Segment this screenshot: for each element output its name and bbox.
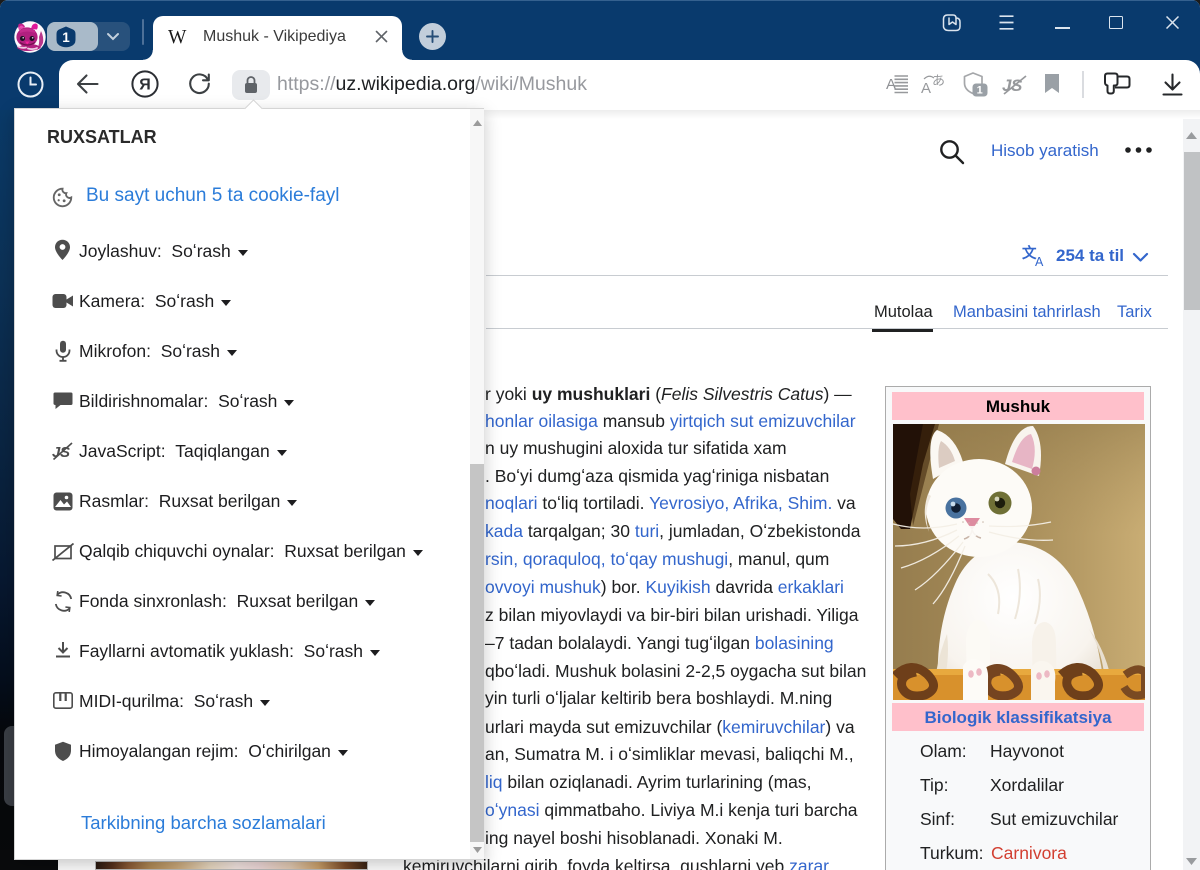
svg-text:A: A — [1035, 255, 1044, 268]
svg-text:A: A — [921, 80, 931, 97]
svg-text:Я: Я — [139, 76, 151, 93]
svg-text:あ: あ — [932, 73, 945, 88]
svg-text:1: 1 — [62, 30, 70, 45]
svg-text:A: A — [886, 76, 896, 93]
svg-text:1: 1 — [977, 85, 983, 97]
